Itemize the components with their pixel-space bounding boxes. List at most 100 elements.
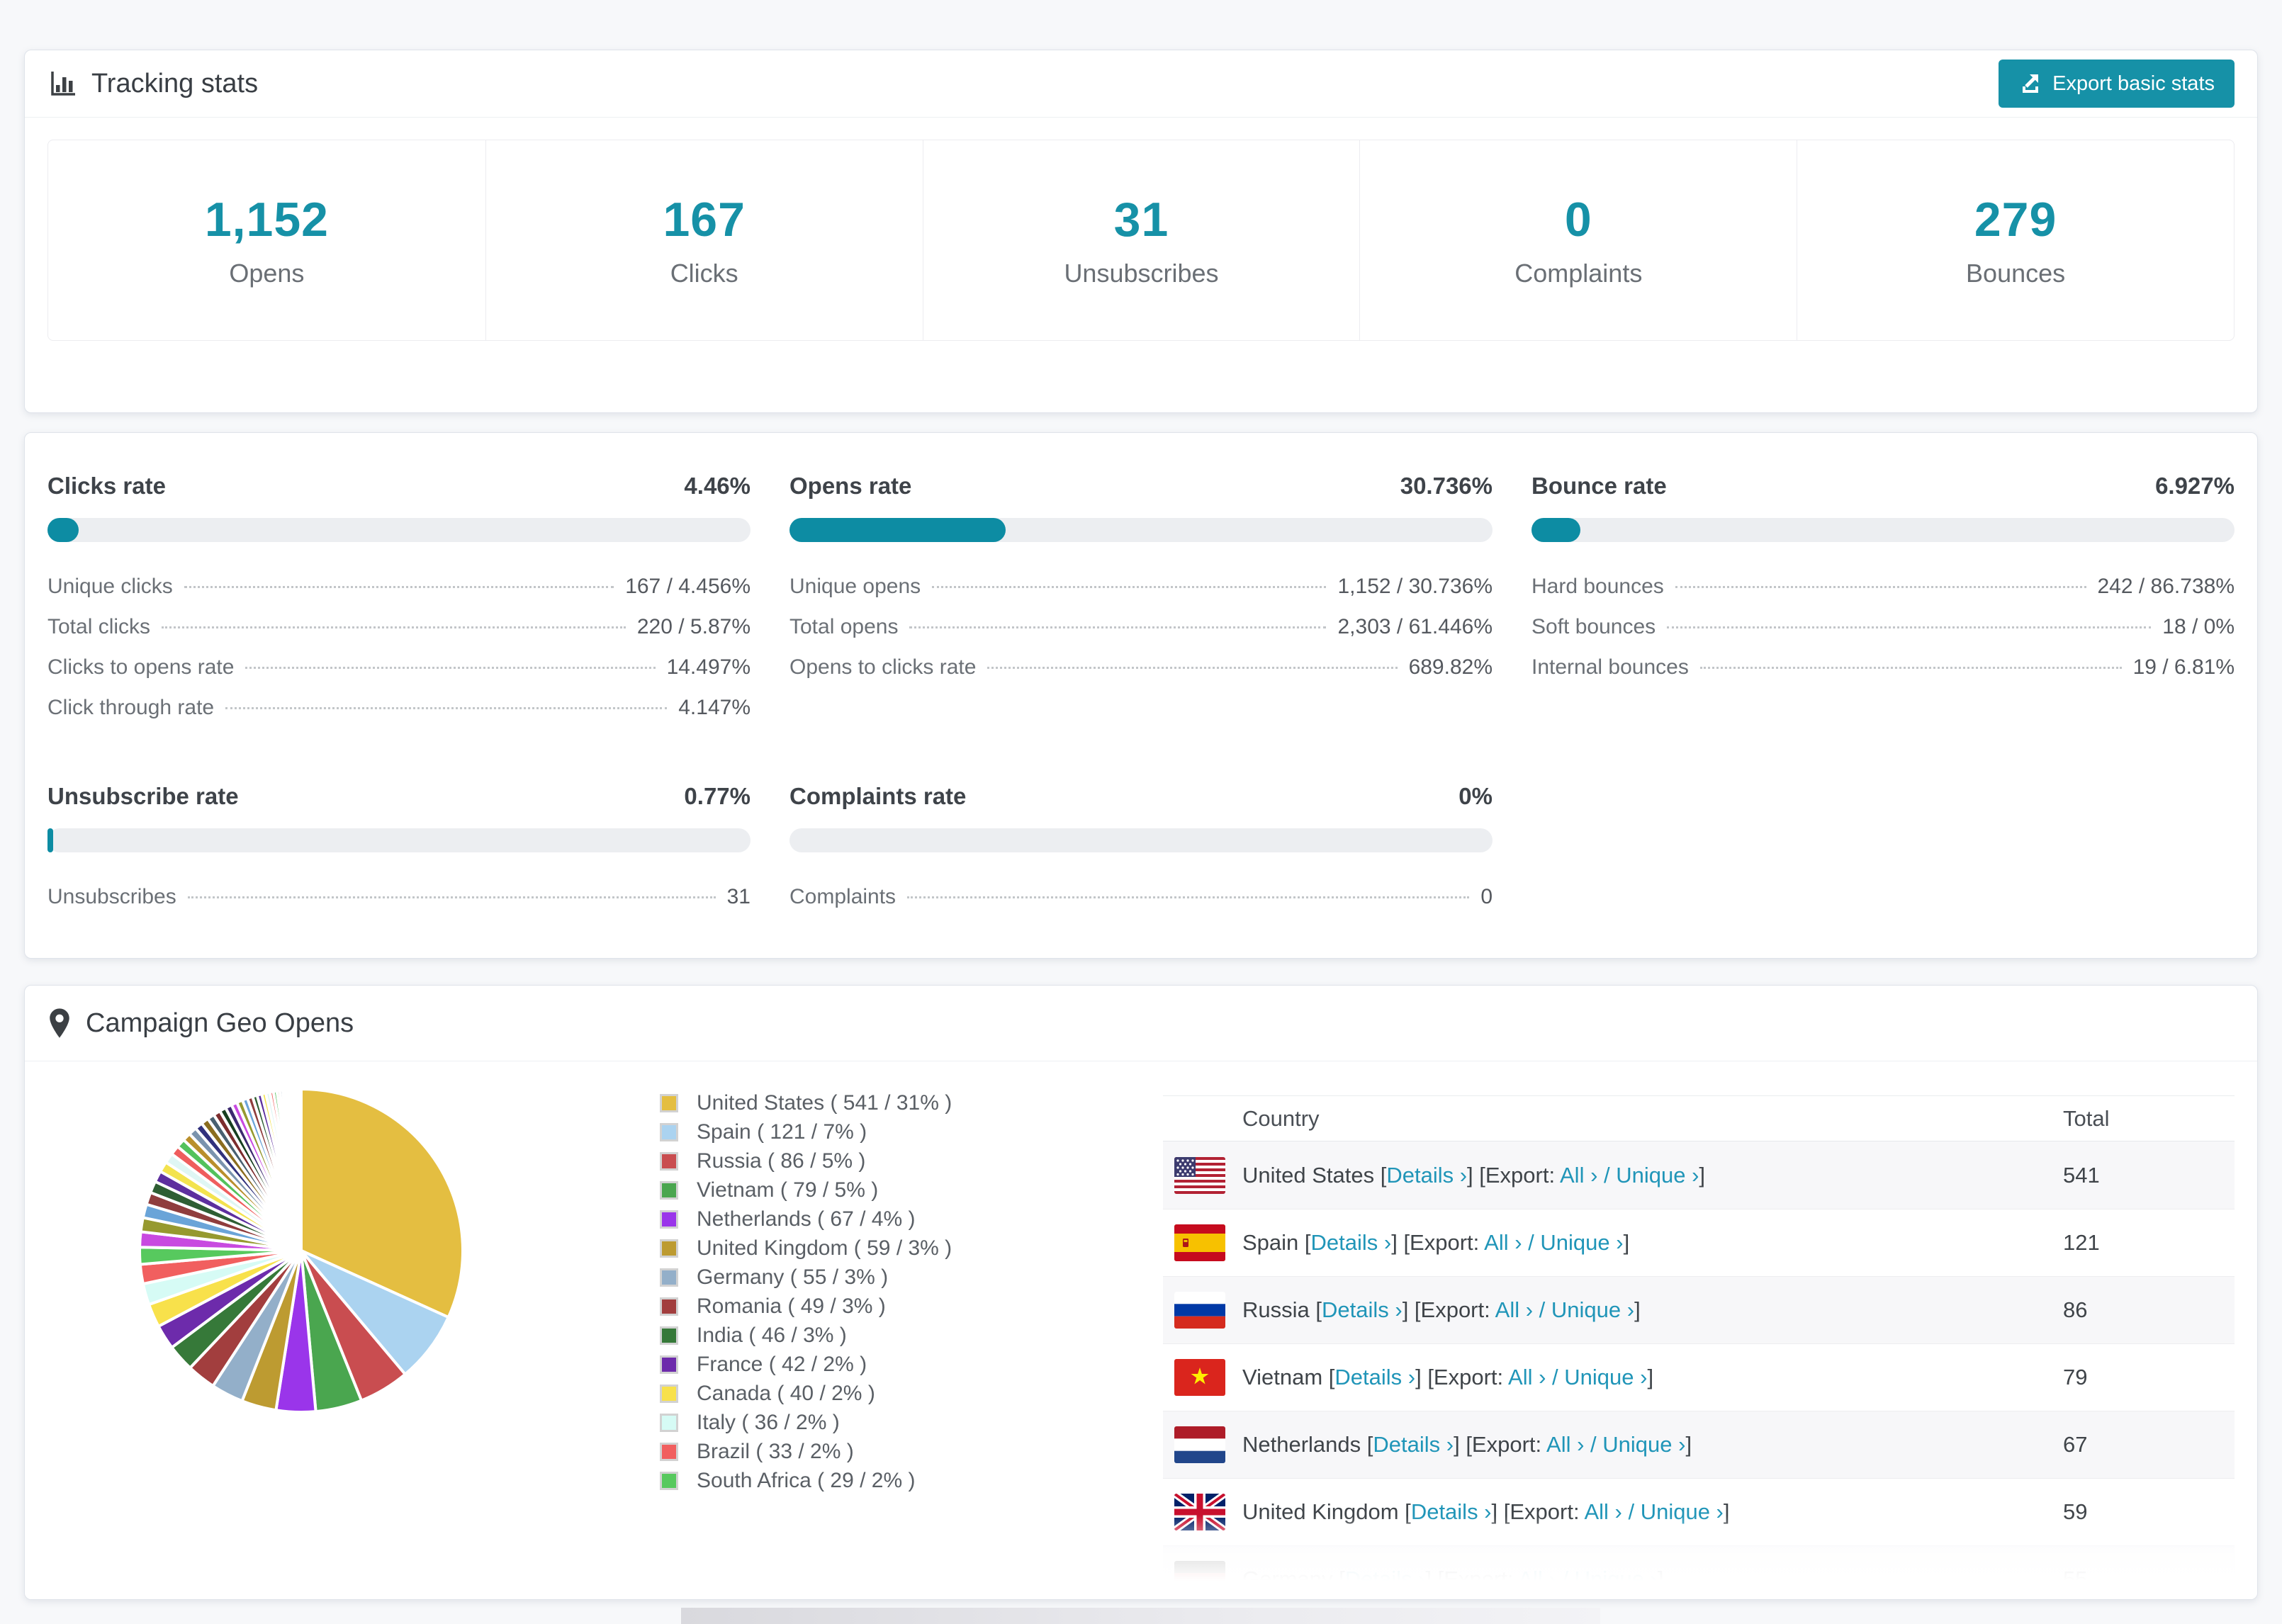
unsubscribe-rate-title: Unsubscribe rate bbox=[47, 783, 239, 809]
legend-item: United Kingdom ( 59 / 3% ) bbox=[660, 1236, 952, 1260]
legend-color-swatch bbox=[660, 1209, 678, 1229]
ru-flag-icon bbox=[1174, 1292, 1225, 1329]
legend-label: Romania ( 49 / 3% ) bbox=[697, 1294, 886, 1318]
legend-label: Spain ( 121 / 7% ) bbox=[697, 1120, 867, 1144]
country-row: Germany [Details ›] [Export: All › / Uni… bbox=[1163, 1545, 2235, 1599]
bracket-close: ] bbox=[1634, 1297, 1641, 1322]
opens-rate-block: Opens rate 30.736% Unique opens 1,152 / 3… bbox=[789, 473, 1493, 728]
stat-opens: 1,152 Opens bbox=[48, 140, 485, 340]
legend-label: Russia ( 86 / 5% ) bbox=[697, 1149, 866, 1173]
legend-color-swatch bbox=[660, 1297, 678, 1316]
bracket-close: ] bbox=[1699, 1162, 1706, 1188]
legend-color-swatch bbox=[660, 1093, 678, 1112]
details-link[interactable]: Details › bbox=[1334, 1365, 1415, 1389]
rate-detail-row: Unique opens 1,152 / 30.736% bbox=[789, 575, 1493, 598]
details-link[interactable]: Details › bbox=[1322, 1297, 1403, 1322]
legend-label: India ( 46 / 3% ) bbox=[697, 1323, 847, 1347]
export-all-link[interactable]: All › bbox=[1584, 1499, 1621, 1524]
unsubscribe-rate-block: Unsubscribe rate 0.77% Unsubscribes 31 bbox=[47, 783, 751, 917]
bracket-close: ] bbox=[1623, 1230, 1630, 1255]
opens-rate-title: Opens rate bbox=[789, 473, 912, 499]
country-name: Spain [ bbox=[1242, 1230, 1311, 1255]
country-column-header: Country bbox=[1242, 1105, 1320, 1131]
legend-label: Canada ( 40 / 2% ) bbox=[697, 1381, 875, 1405]
legend-color-swatch bbox=[660, 1180, 678, 1200]
stat-complaints: 0 Complaints bbox=[1359, 140, 1797, 340]
export-label: ] [Export: bbox=[1425, 1567, 1519, 1591]
link-separator: / bbox=[1546, 1365, 1565, 1389]
export-unique-link[interactable]: Unique › bbox=[1575, 1567, 1658, 1591]
de-flag-icon bbox=[1174, 1561, 1225, 1598]
clicks-count: 167 bbox=[663, 193, 746, 247]
complaints-rate-value: 0% bbox=[1458, 783, 1493, 809]
unsubscribe-rate-bar bbox=[47, 828, 751, 852]
geo-opens-header: Campaign Geo Opens bbox=[25, 986, 2257, 1061]
country-row: Russia [Details ›] [Export: All › / Uniq… bbox=[1163, 1276, 2235, 1343]
export-all-link[interactable]: All › bbox=[1518, 1567, 1556, 1591]
rate-detail-row: Complaints 0 bbox=[789, 885, 1493, 908]
export-unique-link[interactable]: Unique › bbox=[1616, 1163, 1699, 1188]
bracket-close: ] bbox=[1647, 1365, 1654, 1389]
rates-card: Clicks rate 4.46% Unique clicks 167 / 4.4… bbox=[24, 432, 2258, 959]
export-all-link[interactable]: All › bbox=[1508, 1365, 1546, 1389]
geo-table-header: Country Total bbox=[1163, 1096, 2235, 1141]
export-all-link[interactable]: All › bbox=[1495, 1297, 1533, 1322]
export-all-link[interactable]: All › bbox=[1484, 1230, 1522, 1255]
gb-flag-icon bbox=[1174, 1494, 1225, 1530]
legend-item: Netherlands ( 67 / 4% ) bbox=[660, 1207, 952, 1231]
bounce-rate-block: Bounce rate 6.927% Hard bounces 242 / 86.… bbox=[1531, 473, 2235, 728]
export-label: ] [Export: bbox=[1402, 1297, 1495, 1322]
country-row: United Kingdom [Details ›] [Export: All … bbox=[1163, 1478, 2235, 1545]
details-link[interactable]: Details › bbox=[1373, 1432, 1454, 1457]
legend-color-swatch bbox=[660, 1122, 678, 1141]
legend-color-swatch bbox=[660, 1239, 678, 1258]
details-link[interactable]: Details › bbox=[1411, 1499, 1492, 1524]
es-flag-icon bbox=[1174, 1224, 1225, 1261]
legend-color-swatch bbox=[660, 1442, 678, 1461]
legend-item: Brazil ( 33 / 2% ) bbox=[660, 1439, 952, 1463]
export-unique-link[interactable]: Unique › bbox=[1540, 1230, 1623, 1255]
complaints-rate-title: Complaints rate bbox=[789, 783, 967, 809]
export-all-link[interactable]: All › bbox=[1560, 1163, 1597, 1188]
export-unique-link[interactable]: Unique › bbox=[1602, 1432, 1685, 1457]
legend-label: Netherlands ( 67 / 4% ) bbox=[697, 1207, 916, 1231]
legend-label: Vietnam ( 79 / 5% ) bbox=[697, 1178, 879, 1202]
export-unique-link[interactable]: Unique › bbox=[1551, 1297, 1634, 1322]
details-link[interactable]: Details › bbox=[1386, 1163, 1467, 1188]
complaints-rate-block: Complaints rate 0% Complaints 0 bbox=[789, 783, 1493, 917]
opens-rate-bar bbox=[789, 518, 1493, 542]
bounce-rate-title: Bounce rate bbox=[1531, 473, 1667, 499]
export-label: ] [Export: bbox=[1391, 1230, 1485, 1255]
country-row: Spain [Details ›] [Export: All › / Uniqu… bbox=[1163, 1209, 2235, 1276]
rate-detail-row: Soft bounces 18 / 0% bbox=[1531, 615, 2235, 638]
total-cell: 67 bbox=[2063, 1432, 2088, 1457]
rate-detail-row: Clicks to opens rate 14.497% bbox=[47, 655, 751, 679]
country-cell: Germany [Details ›] [Export: All › / Uni… bbox=[1242, 1567, 1663, 1592]
legend-label: Brazil ( 33 / 2% ) bbox=[697, 1439, 854, 1463]
complaints-rate-bar bbox=[789, 828, 1493, 852]
total-cell: 121 bbox=[2063, 1230, 2100, 1255]
unsubscribe-rate-bar-fill bbox=[47, 828, 53, 852]
export-all-link[interactable]: All › bbox=[1546, 1432, 1584, 1457]
country-name: Netherlands [ bbox=[1242, 1432, 1373, 1457]
legend-item: South Africa ( 29 / 2% ) bbox=[660, 1468, 952, 1492]
country-cell: Netherlands [Details ›] [Export: All › /… bbox=[1242, 1432, 1692, 1457]
country-cell: Vietnam [Details ›] [Export: All › / Uni… bbox=[1242, 1365, 1653, 1390]
legend-label: Germany ( 55 / 3% ) bbox=[697, 1265, 889, 1289]
link-separator: / bbox=[1621, 1499, 1641, 1524]
country-row: Netherlands [Details ›] [Export: All › /… bbox=[1163, 1411, 2235, 1478]
export-unique-link[interactable]: Unique › bbox=[1641, 1499, 1724, 1524]
details-link[interactable]: Details › bbox=[1345, 1567, 1426, 1591]
total-cell: 55 bbox=[2063, 1567, 2088, 1591]
export-label: ] [Export: bbox=[1415, 1365, 1509, 1389]
details-link[interactable]: Details › bbox=[1311, 1230, 1392, 1255]
export-unique-link[interactable]: Unique › bbox=[1564, 1365, 1647, 1389]
vn-flag-icon bbox=[1174, 1359, 1225, 1396]
clicks-rate-bar bbox=[47, 518, 751, 542]
legend-label: South Africa ( 29 / 2% ) bbox=[697, 1468, 916, 1492]
total-cell: 86 bbox=[2063, 1297, 2088, 1322]
legend-item: Italy ( 36 / 2% ) bbox=[660, 1411, 952, 1434]
clicks-rate-value: 4.46% bbox=[684, 473, 751, 499]
tracking-stats-header: Tracking stats Export basic stats bbox=[25, 50, 2257, 118]
export-basic-stats-button[interactable]: Export basic stats bbox=[1999, 60, 2235, 108]
